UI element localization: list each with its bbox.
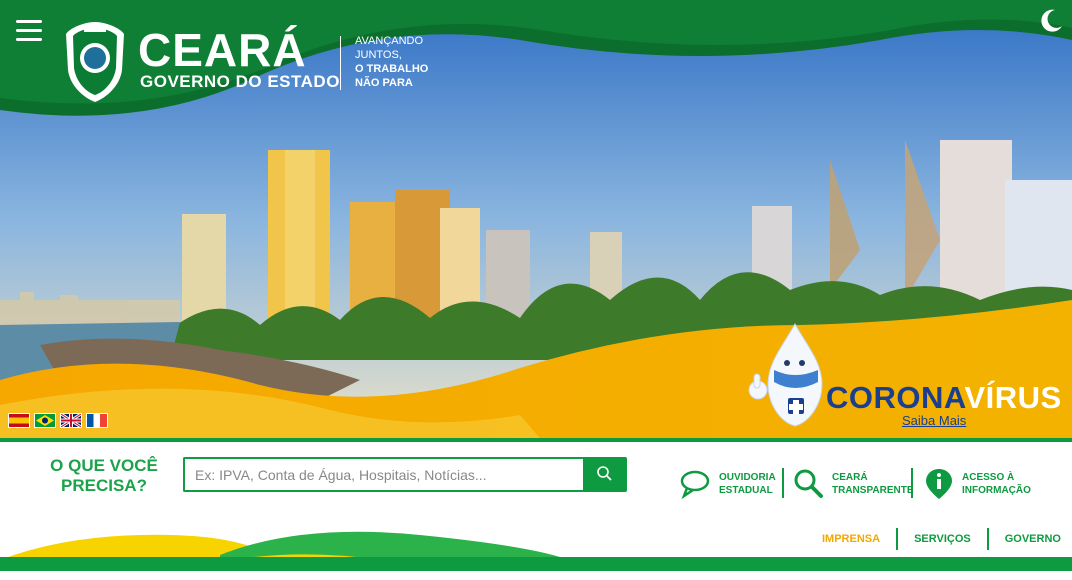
ceara-transparente-line-2: TRANSPARENTE	[832, 485, 914, 496]
ouvidoria-line-2: ESTADUAL	[719, 485, 773, 496]
slogan-line-4: NÃO PARA	[355, 77, 413, 89]
top-nav: IMPRENSA SERVIÇOS GOVERNO	[816, 528, 1067, 550]
acesso-informacao-line-1: ACESSO À	[962, 472, 1015, 483]
ouvidoria-link[interactable]: OUVIDORIA ESTADUAL	[679, 467, 785, 501]
ceara-transparente-link[interactable]: CEARÁ TRANSPARENTE	[792, 467, 914, 501]
slogan: AVANÇANDO JUNTOS, O TRABALHO NÃO PARA	[355, 34, 428, 90]
acesso-informacao-line-2: INFORMAÇÃO	[962, 485, 1031, 496]
nav-separator	[986, 528, 989, 550]
coronavirus-title[interactable]: CORONAVÍRUS	[826, 380, 1062, 416]
ouvidoria-line-1: OUVIDORIA	[719, 472, 776, 483]
divider-strip	[0, 438, 1072, 442]
magnifier-icon	[794, 469, 823, 498]
coronavirus-title-part1: CORONA	[826, 380, 965, 415]
language-flags	[8, 413, 108, 428]
slogan-line-2: JUNTOS,	[355, 49, 402, 61]
coronavirus-title-part2: VÍRUS	[964, 380, 1062, 415]
speech-bubble-icon	[680, 470, 710, 500]
hamburger-menu-button[interactable]	[16, 20, 42, 42]
brand-title: CEARÁ	[138, 24, 307, 76]
search-input[interactable]	[183, 457, 583, 492]
nav-separator	[896, 528, 899, 550]
uk-flag-icon[interactable]	[60, 413, 82, 428]
dark-mode-moon-icon[interactable]	[1036, 6, 1066, 36]
saiba-mais-link[interactable]: Saiba Mais	[902, 413, 966, 428]
info-pin-icon	[926, 469, 952, 499]
brazil-flag-icon[interactable]	[34, 413, 56, 428]
spain-flag-icon[interactable]	[8, 413, 30, 428]
ceara-crest-logo	[66, 22, 124, 102]
ceara-transparente-line-1: CEARÁ	[832, 472, 868, 483]
brand-subtitle: GOVERNO DO ESTADO	[140, 72, 340, 91]
quick-link-separator	[911, 468, 913, 498]
search-prompt-line-1: O QUE VOCÊ	[50, 456, 158, 475]
france-flag-icon[interactable]	[86, 413, 108, 428]
search-icon	[597, 466, 612, 481]
nav-governo[interactable]: GOVERNO	[999, 533, 1067, 545]
acesso-informacao-link[interactable]: ACESSO À INFORMAÇÃO	[922, 467, 1031, 501]
slogan-line-1: AVANÇANDO	[355, 35, 424, 47]
nav-imprensa[interactable]: IMPRENSA	[816, 533, 886, 545]
brand-divider	[340, 36, 341, 90]
search-prompt: O QUE VOCÊ PRECISA?	[46, 456, 162, 496]
search-prompt-line-2: PRECISA?	[61, 476, 147, 495]
quick-link-separator	[782, 468, 784, 498]
search-button[interactable]	[583, 457, 627, 492]
nav-servicos[interactable]: SERVIÇOS	[908, 533, 977, 545]
hero-banner: CEARÁ GOVERNO DO ESTADO AVANÇANDO JUNTOS…	[0, 0, 1072, 438]
slogan-line-3: O TRABALHO	[355, 63, 429, 75]
